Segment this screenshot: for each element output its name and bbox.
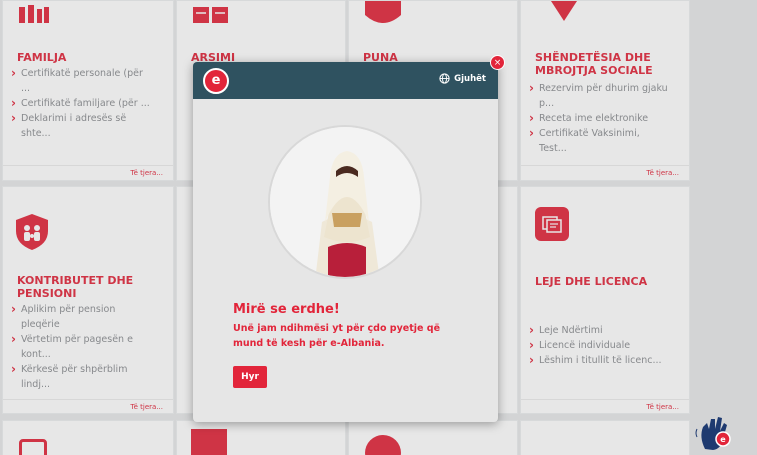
welcome-heading: Mirë se erdhe! — [233, 302, 340, 317]
modal-header: e Gjuhët — [193, 62, 498, 99]
language-label: Gjuhët — [454, 73, 486, 84]
enter-button[interactable]: Hyr — [233, 366, 267, 388]
assistant-hand-icon[interactable]: e — [693, 415, 743, 451]
e-albania-logo: e — [203, 68, 229, 94]
close-icon[interactable]: × — [490, 55, 505, 70]
language-selector[interactable]: Gjuhët — [439, 73, 486, 84]
assistant-avatar — [268, 125, 422, 279]
globe-icon — [439, 73, 450, 84]
assistant-modal: e Gjuhët × Mirë se erdhe! Unë jam ndihmë… — [193, 55, 505, 422]
svg-text:e: e — [720, 435, 726, 444]
assistant-intro: Unë jam ndihmësi yt për çdo pyetje që mu… — [233, 323, 441, 349]
